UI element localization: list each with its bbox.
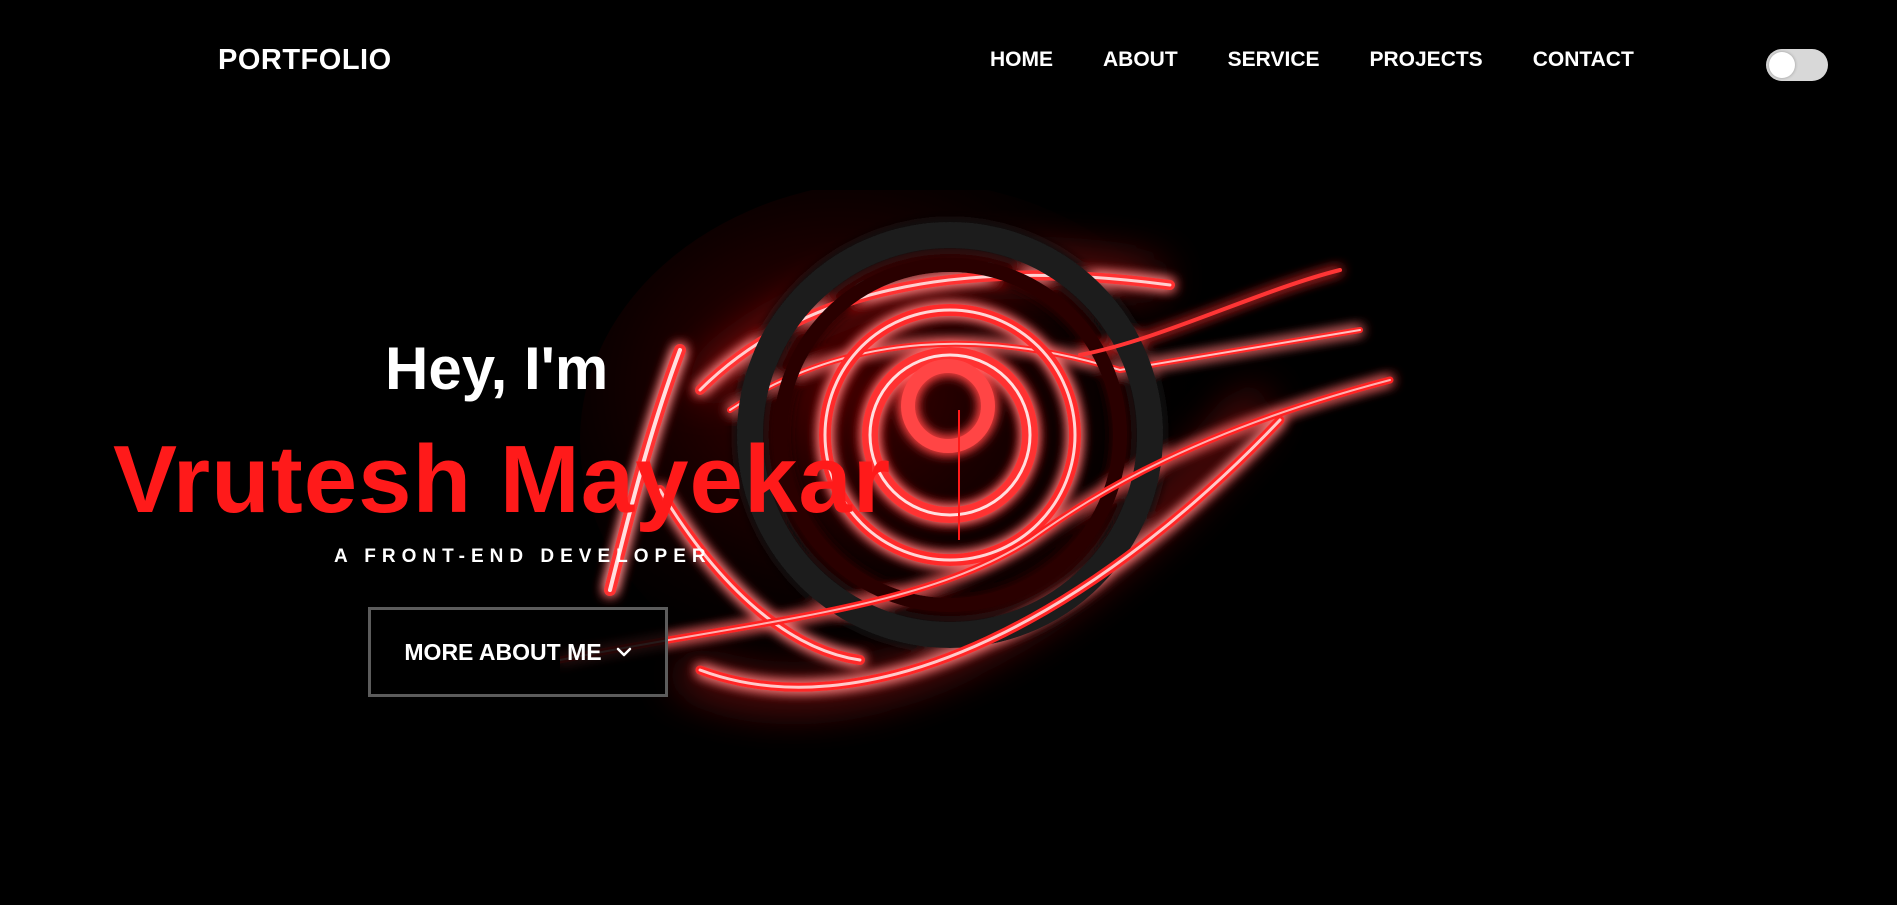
nav-menu: HOME ABOUT SERVICE PROJECTS CONTACT xyxy=(990,48,1634,72)
nav-item-contact[interactable]: CONTACT xyxy=(1533,48,1634,72)
top-navigation: PORTFOLIO HOME ABOUT SERVICE PROJECTS CO… xyxy=(0,0,1897,130)
hero-subtitle: A FRONT-END DEVELOPER xyxy=(334,546,712,567)
nav-item-service[interactable]: SERVICE xyxy=(1228,48,1320,72)
nav-item-about[interactable]: ABOUT xyxy=(1103,48,1178,72)
chevron-down-icon xyxy=(616,647,632,657)
theme-toggle[interactable] xyxy=(1766,49,1828,81)
logo[interactable]: PORTFOLIO xyxy=(218,44,392,77)
nav-item-home[interactable]: HOME xyxy=(990,48,1053,72)
hero-name: Vrutesh Mayekar xyxy=(113,426,892,533)
portfolio-page: PORTFOLIO HOME ABOUT SERVICE PROJECTS CO… xyxy=(0,0,1897,905)
nav-item-projects[interactable]: PROJECTS xyxy=(1370,48,1483,72)
hero-greeting: Hey, I'm xyxy=(385,335,609,402)
more-about-me-button[interactable]: MORE ABOUT ME xyxy=(368,607,668,697)
more-about-me-label: MORE ABOUT ME xyxy=(404,638,602,665)
toggle-knob xyxy=(1769,52,1795,78)
